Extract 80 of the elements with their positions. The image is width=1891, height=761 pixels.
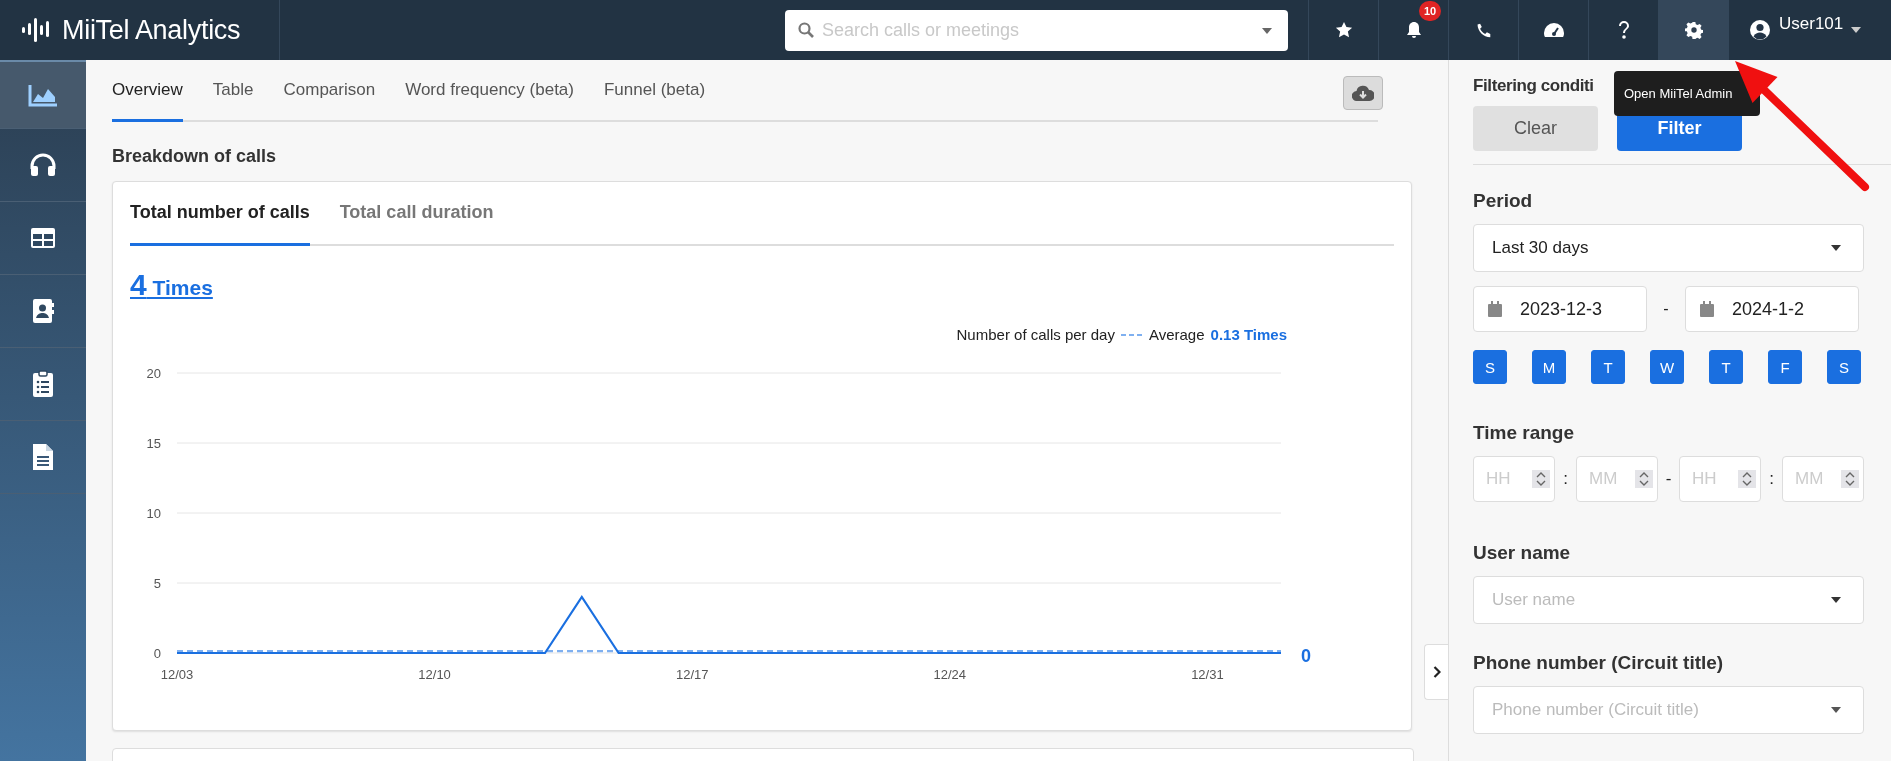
avatar-icon (1749, 19, 1771, 41)
range-separator: - (1662, 300, 1670, 318)
legend-label: Average (1148, 326, 1205, 343)
phone-icon (1475, 21, 1492, 39)
start-date-field[interactable]: 2023-12-3 (1473, 286, 1647, 332)
panel-title: Filtering conditi (1473, 76, 1594, 96)
view-tab[interactable]: Funnel (beta) (604, 60, 706, 122)
spinner-icon (1738, 470, 1756, 488)
spinner-icon (1841, 470, 1859, 488)
clear-button[interactable]: Clear (1473, 106, 1598, 151)
cloud-download-icon (1352, 85, 1374, 101)
bell-icon (1405, 21, 1422, 39)
y-tick-label: 10 (146, 506, 161, 521)
settings-button[interactable] (1658, 0, 1728, 60)
weekday-toggle[interactable]: S (1827, 350, 1861, 384)
weekday-toggle[interactable]: T (1709, 350, 1743, 384)
total-link[interactable]: 4 Times (130, 268, 213, 302)
contact-card-icon (31, 298, 55, 324)
clipboard-list-icon (32, 370, 54, 398)
view-tab[interactable]: Table (212, 60, 254, 122)
field-label: Phone number (Circuit title) (1473, 652, 1725, 674)
x-tick-label: 12/17 (675, 667, 709, 682)
y-tick-label: 20 (146, 366, 161, 381)
x-tick-label: 12/10 (418, 667, 451, 682)
weekday-toggle[interactable]: S (1473, 350, 1507, 384)
metric-tab[interactable]: Total number of calls (130, 182, 310, 246)
view-tab[interactable]: Comparison (283, 60, 376, 122)
search-icon (798, 21, 814, 38)
field-label: Period (1473, 190, 1534, 212)
x-tick-label: 12/31 (1191, 667, 1224, 682)
caret-icon (1831, 245, 1841, 251)
expand-button[interactable] (1424, 644, 1448, 700)
caret-icon (1831, 597, 1841, 603)
view-tab[interactable]: Word frequency (beta) (405, 60, 574, 122)
caret-icon (1851, 27, 1862, 33)
view-tab[interactable]: Overview (112, 60, 183, 122)
section-title: Breakdown of calls (112, 146, 278, 167)
weekday-toggle[interactable]: T (1591, 350, 1625, 384)
legend-label: Number of calls per day (956, 326, 1115, 343)
average-value: 0.13 Times (1210, 326, 1287, 343)
time-separator: : (1562, 469, 1569, 489)
area-chart-icon (28, 83, 58, 107)
notification-badge: 10 (1419, 1, 1442, 21)
document-icon (32, 443, 54, 471)
gauge-icon (1542, 22, 1565, 38)
caret-icon (1831, 707, 1841, 713)
settings-icon (1684, 21, 1703, 39)
table-icon (30, 227, 56, 249)
field-label: User name (1473, 542, 1572, 564)
y-tick-label: 15 (146, 436, 161, 451)
caret-icon (1262, 27, 1272, 34)
spinner-icon (1532, 470, 1550, 488)
weekday-toggle[interactable]: F (1768, 350, 1802, 384)
period-dropdown[interactable]: Last 30 days (1473, 224, 1864, 272)
end-date-field[interactable]: 2024-1-2 (1685, 286, 1859, 332)
calendar-icon (1488, 301, 1502, 317)
weekday-toggle[interactable]: W (1650, 350, 1684, 384)
x-tick-label: 12/03 (160, 667, 194, 682)
time-separator: : (1768, 469, 1775, 489)
y-tick-label: 0 (153, 646, 161, 661)
x-tick-label: 12/24 (933, 667, 967, 682)
chevron-right-icon (1432, 666, 1441, 678)
last-value-label: 0 (1301, 646, 1311, 666)
y-tick-label: 5 (153, 576, 161, 591)
metric-tab[interactable]: Total call duration (339, 182, 494, 246)
spinner-icon (1635, 470, 1653, 488)
app-title: MiiTel Analytics (62, 14, 241, 46)
download-button[interactable] (1343, 76, 1383, 110)
star-icon (1334, 21, 1353, 39)
user-menu[interactable]: User101 (1728, 0, 1891, 60)
weekday-toggle[interactable]: M (1532, 350, 1566, 384)
calendar-icon (1700, 301, 1714, 317)
help-icon (1617, 21, 1630, 39)
time-separator: - (1664, 469, 1673, 489)
headphones-icon (30, 153, 56, 177)
chart-nav-item[interactable] (0, 60, 86, 129)
dashed-line-icon (1120, 332, 1143, 337)
bell-button[interactable]: 10 (1378, 0, 1448, 60)
logo-icon (22, 18, 52, 42)
field-label: Time range (1473, 422, 1576, 444)
